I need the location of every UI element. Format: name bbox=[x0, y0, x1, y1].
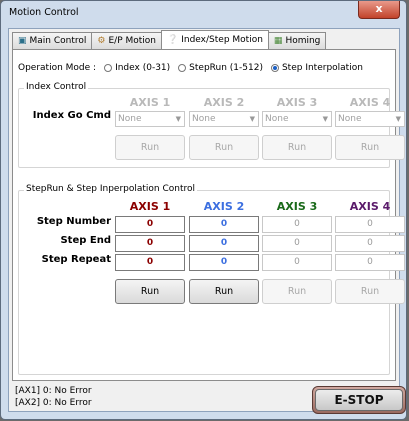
tab-label: E/P Motion bbox=[108, 36, 157, 46]
step-end-axis1[interactable]: 0 bbox=[115, 235, 185, 252]
window-title: Motion Control bbox=[9, 7, 79, 18]
index-run-button-axis4[interactable]: Run bbox=[335, 135, 405, 160]
chevron-down-icon: ▼ bbox=[175, 115, 181, 123]
close-button[interactable]: x bbox=[358, 1, 400, 19]
radio-label: Step Interpolation bbox=[281, 63, 363, 73]
step-repeat-axis4[interactable]: 0 bbox=[335, 254, 405, 271]
step-number-axis2[interactable]: 0 bbox=[189, 216, 259, 233]
tab-strip: ▣ Main Control ⚙ E/P Motion ❔ Index/Step… bbox=[12, 30, 327, 50]
estop-button[interactable]: E-STOP bbox=[312, 386, 406, 414]
combo-value: None bbox=[338, 114, 362, 124]
radio-index[interactable]: Index (0-31) bbox=[104, 63, 170, 73]
index-combo-axis2[interactable]: None ▼ bbox=[189, 111, 259, 127]
axis-header: AXIS 3 bbox=[276, 200, 318, 213]
axis-header: AXIS 4 bbox=[349, 200, 391, 213]
step-run-button-axis2[interactable]: Run bbox=[189, 279, 259, 304]
radio-button-icon bbox=[104, 64, 113, 72]
tab-main-control[interactable]: ▣ Main Control bbox=[12, 32, 93, 49]
chevron-down-icon: ▼ bbox=[249, 115, 255, 123]
tab-ep-motion[interactable]: ⚙ E/P Motion bbox=[91, 32, 163, 49]
estop-label: E-STOP bbox=[315, 389, 403, 411]
index-step-page: Operation Mode : Index (0-31) StepRun (1… bbox=[12, 49, 405, 381]
index-combo-axis1[interactable]: None ▼ bbox=[115, 111, 185, 127]
radio-steprun[interactable]: StepRun (1-512) bbox=[178, 63, 263, 73]
lightbulb-icon: ❔ bbox=[167, 35, 179, 45]
homing-icon: ▦ bbox=[273, 36, 283, 46]
steprun-control-group: StepRun & Step Inperpolation Control AXI… bbox=[18, 184, 405, 375]
motion-control-window: Motion Control x ▣ Main Control ⚙ E/P Mo… bbox=[0, 0, 407, 420]
title-bar: Motion Control x bbox=[1, 1, 406, 27]
step-number-label: Step Number bbox=[36, 216, 111, 227]
axis-header: AXIS 1 bbox=[129, 96, 171, 109]
axis-header: AXIS 4 bbox=[349, 96, 391, 109]
monitor-icon: ▣ bbox=[18, 36, 27, 46]
combo-value: None bbox=[192, 114, 216, 124]
axis-header: AXIS 2 bbox=[203, 96, 245, 109]
step-run-button-axis4[interactable]: Run bbox=[335, 279, 405, 304]
step-number-axis4[interactable]: 0 bbox=[335, 216, 405, 233]
step-repeat-label: Step Repeat bbox=[41, 254, 111, 265]
axis-header: AXIS 2 bbox=[203, 200, 245, 213]
radio-button-icon bbox=[178, 64, 187, 72]
step-run-button-axis3[interactable]: Run bbox=[262, 279, 332, 304]
operation-mode-label: Operation Mode : bbox=[18, 63, 97, 73]
radio-label: Index (0-31) bbox=[115, 63, 171, 73]
step-end-label: Step End bbox=[60, 235, 111, 246]
tab-label: Index/Step Motion bbox=[181, 35, 263, 45]
step-number-axis1[interactable]: 0 bbox=[115, 216, 185, 233]
radio-button-selected-icon bbox=[270, 64, 279, 72]
client-area: ▣ Main Control ⚙ E/P Motion ❔ Index/Step… bbox=[8, 28, 405, 412]
index-control-group: Index Control AXIS 1 AXIS 2 AXIS 3 AXIS … bbox=[18, 82, 405, 168]
step-repeat-axis2[interactable]: 0 bbox=[189, 254, 259, 271]
index-run-button-axis3[interactable]: Run bbox=[262, 135, 332, 160]
chevron-down-icon: ▼ bbox=[322, 115, 328, 123]
combo-value: None bbox=[265, 114, 289, 124]
index-combo-axis3[interactable]: None ▼ bbox=[262, 111, 332, 127]
step-run-button-axis1[interactable]: Run bbox=[115, 279, 185, 304]
status-line-ax2: [AX2] 0: No Error bbox=[15, 398, 92, 408]
step-repeat-axis1[interactable]: 0 bbox=[115, 254, 185, 271]
group-title: Index Control bbox=[24, 82, 89, 92]
operation-mode: Operation Mode : Index (0-31) StepRun (1… bbox=[18, 63, 363, 73]
index-run-button-axis2[interactable]: Run bbox=[189, 135, 259, 160]
tab-homing[interactable]: ▦ Homing bbox=[267, 32, 327, 49]
gears-icon: ⚙ bbox=[97, 36, 106, 46]
step-end-axis3[interactable]: 0 bbox=[262, 235, 332, 252]
radio-step-interpolation[interactable]: Step Interpolation bbox=[270, 63, 363, 73]
radio-label: StepRun (1-512) bbox=[189, 63, 263, 73]
index-run-button-axis1[interactable]: Run bbox=[115, 135, 185, 160]
axis-header: AXIS 1 bbox=[129, 200, 171, 213]
index-go-cmd-label: Index Go Cmd bbox=[32, 110, 111, 121]
tab-label: Main Control bbox=[29, 36, 87, 46]
step-end-axis2[interactable]: 0 bbox=[189, 235, 259, 252]
axis-header: AXIS 3 bbox=[276, 96, 318, 109]
combo-value: None bbox=[118, 114, 142, 124]
step-repeat-axis3[interactable]: 0 bbox=[262, 254, 332, 271]
tab-label: Homing bbox=[285, 36, 321, 46]
tab-index-step-motion[interactable]: ❔ Index/Step Motion bbox=[161, 30, 269, 49]
chevron-down-icon: ▼ bbox=[395, 115, 401, 123]
index-combo-axis4[interactable]: None ▼ bbox=[335, 111, 405, 127]
step-end-axis4[interactable]: 0 bbox=[335, 235, 405, 252]
status-line-ax1: [AX1] 0: No Error bbox=[15, 386, 92, 396]
group-title: StepRun & Step Inperpolation Control bbox=[24, 184, 198, 194]
step-number-axis3[interactable]: 0 bbox=[262, 216, 332, 233]
